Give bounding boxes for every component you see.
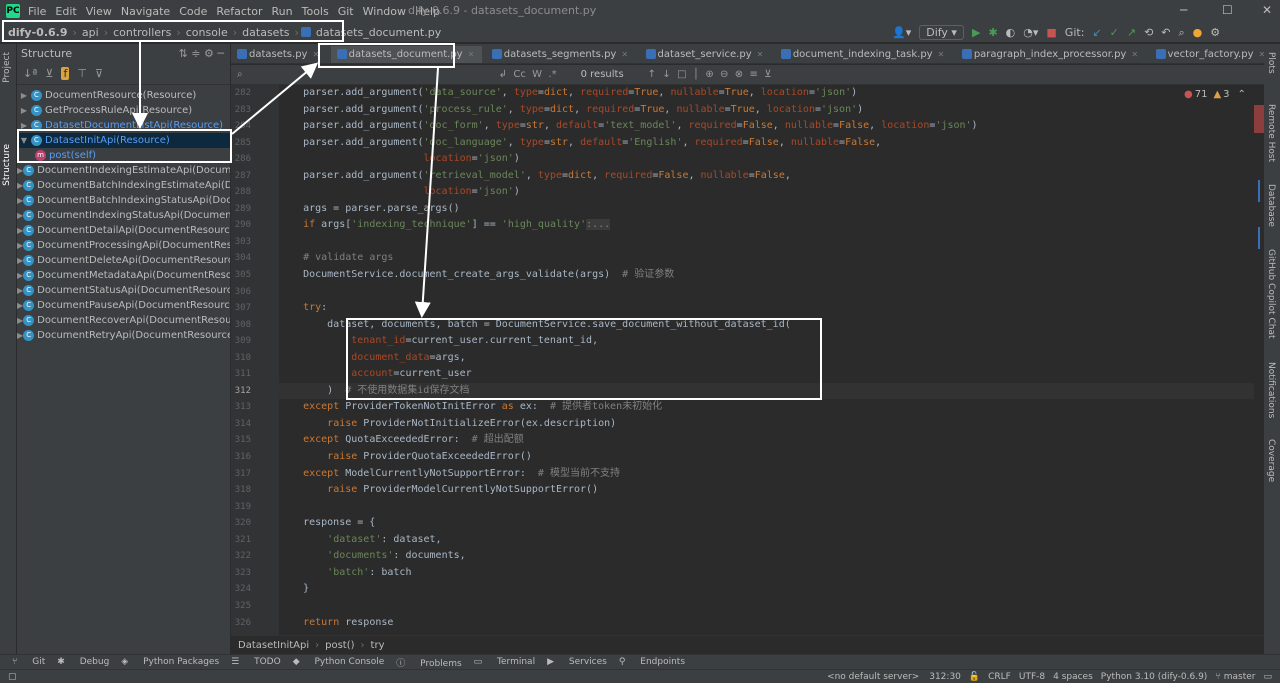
annotation-arrows xyxy=(132,42,439,318)
arrow-tree-to-tab xyxy=(231,62,319,135)
arrow-tab-to-code xyxy=(414,67,439,318)
